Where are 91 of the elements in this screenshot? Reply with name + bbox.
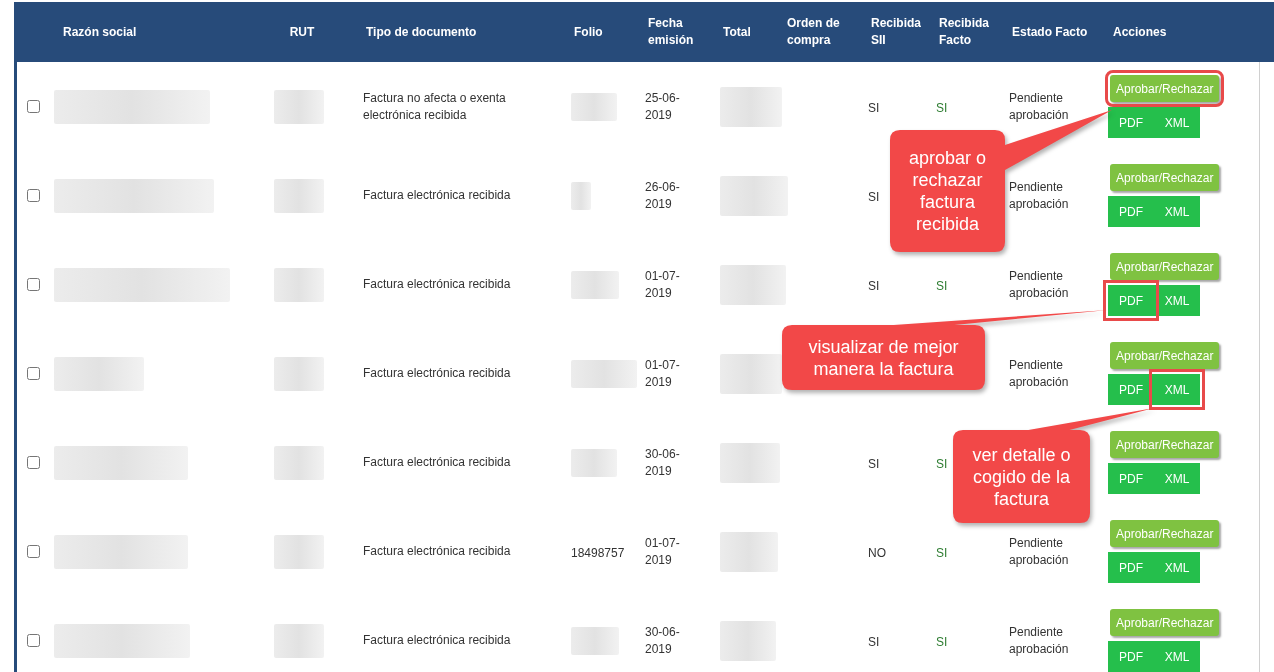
- file-button[interactable]: PDF: [1108, 107, 1154, 138]
- file-button[interactable]: XML: [1154, 463, 1200, 494]
- column-header: Estado Facto: [1012, 23, 1089, 41]
- approve-reject-button[interactable]: Aprobar/Rechazar: [1110, 164, 1220, 191]
- table-cell-text: Pendiente aprobación: [1009, 89, 1070, 124]
- redacted-block: [571, 92, 617, 121]
- table-cell-text: Pendiente aprobación: [1009, 267, 1070, 302]
- callout-text: aprobar o rechazar factura recibida: [907, 147, 988, 235]
- file-button[interactable]: PDF: [1108, 641, 1154, 672]
- table-cell: SI: [936, 100, 948, 115]
- table-cell: SI: [936, 456, 948, 471]
- table-cell: NO: [868, 545, 886, 560]
- table-cell: SI: [868, 100, 880, 115]
- table-cell-text: Factura electrónica recibida: [363, 454, 512, 471]
- redacted-block: [274, 267, 324, 302]
- file-button[interactable]: PDF: [1108, 463, 1154, 494]
- table-cell-text: 01-07-2019: [645, 356, 681, 391]
- column-header: Folio: [574, 23, 604, 41]
- table-cell-text: Factura electrónica recibida: [363, 276, 512, 293]
- redacted-block: [571, 270, 619, 299]
- row-checkbox[interactable]: [27, 189, 40, 202]
- column-header: Orden de compra: [787, 15, 841, 49]
- column-header: Acciones: [1113, 23, 1168, 41]
- row-checkbox[interactable]: [27, 456, 40, 469]
- table-cell: SI: [936, 634, 948, 649]
- table-cell: SI: [868, 456, 880, 471]
- table-cell: SI: [936, 545, 948, 560]
- row-checkbox[interactable]: [27, 634, 40, 647]
- table-cell-text: 01-07-2019: [645, 534, 681, 569]
- column-header: RUT: [288, 23, 316, 41]
- table-cell: SI: [868, 189, 880, 204]
- table-cell: SI: [936, 278, 948, 293]
- redacted-block: [720, 620, 776, 661]
- redacted-block: [571, 626, 619, 655]
- file-button[interactable]: PDF: [1108, 374, 1154, 405]
- callout-text: visualizar de mejor manera la factura: [807, 335, 960, 380]
- redacted-block: [274, 178, 324, 213]
- redacted-block: [720, 531, 778, 572]
- table-cell-text: Factura electrónica recibida: [363, 632, 512, 649]
- column-header: Recibida Facto: [939, 15, 990, 49]
- table-cell-text: 01-07-2019: [645, 267, 681, 302]
- table-cell-text: 26-06-2019: [645, 178, 681, 213]
- row-checkbox[interactable]: [27, 278, 40, 291]
- table-cell-text: Pendiente aprobación: [1009, 356, 1070, 391]
- column-header: Total: [723, 23, 752, 41]
- table-cell-text: 25-06-2019: [645, 89, 681, 124]
- table-cell-text: 30-06-2019: [645, 445, 681, 480]
- column-header: Recibida SII: [871, 15, 922, 49]
- redacted-block: [274, 623, 324, 658]
- table-cell-text: Pendiente aprobación: [1009, 623, 1070, 658]
- file-button[interactable]: PDF: [1108, 552, 1154, 583]
- table-cell: 18498757: [571, 545, 625, 560]
- column-header: Razón social: [63, 23, 138, 41]
- row-checkbox[interactable]: [27, 545, 40, 558]
- redacted-block: [571, 448, 617, 477]
- table-cell-text: Pendiente aprobación: [1009, 178, 1070, 213]
- approve-reject-button[interactable]: Aprobar/Rechazar: [1110, 431, 1220, 458]
- redacted-block: [571, 181, 591, 210]
- column-header: Tipo de documento: [366, 23, 478, 41]
- table-cell-text: Factura no afecta o exenta electrónica recibida: [363, 89, 507, 124]
- table-cell-text: Factura electrónica recibida: [363, 187, 512, 204]
- table-cell: SI: [868, 634, 880, 649]
- redacted-block: [571, 359, 637, 388]
- table-cell-text: Factura electrónica recibida: [363, 543, 512, 560]
- file-button[interactable]: XML: [1154, 285, 1200, 316]
- redacted-block: [274, 445, 324, 480]
- row-checkbox[interactable]: [27, 367, 40, 380]
- approve-reject-button[interactable]: Aprobar/Rechazar: [1110, 609, 1220, 636]
- redacted-block: [274, 356, 324, 391]
- table-cell-text: Pendiente aprobación: [1009, 534, 1070, 569]
- approve-reject-button[interactable]: Aprobar/Rechazar: [1110, 342, 1220, 369]
- table-cell-text: Factura electrónica recibida: [363, 365, 512, 382]
- table-cell-text: 30-06-2019: [645, 623, 681, 658]
- file-button[interactable]: PDF: [1108, 196, 1154, 227]
- file-button[interactable]: XML: [1154, 552, 1200, 583]
- redacted-block: [274, 89, 324, 124]
- redacted-block: [720, 442, 780, 483]
- table-cell: SI: [868, 278, 880, 293]
- redacted-block: [720, 86, 782, 127]
- file-button[interactable]: XML: [1154, 196, 1200, 227]
- approve-reject-button[interactable]: Aprobar/Rechazar: [1110, 520, 1220, 547]
- approve-reject-button[interactable]: Aprobar/Rechazar: [1110, 253, 1220, 280]
- redacted-block: [274, 534, 324, 569]
- column-header: Fecha emisión: [648, 15, 695, 49]
- redacted-block: [720, 353, 782, 394]
- file-button[interactable]: XML: [1154, 107, 1200, 138]
- callout-text: ver detalle o cogido de la factura: [971, 443, 1072, 510]
- file-button[interactable]: XML: [1154, 641, 1200, 672]
- redacted-block: [720, 175, 788, 216]
- redacted-block: [720, 264, 786, 305]
- row-checkbox[interactable]: [27, 100, 40, 113]
